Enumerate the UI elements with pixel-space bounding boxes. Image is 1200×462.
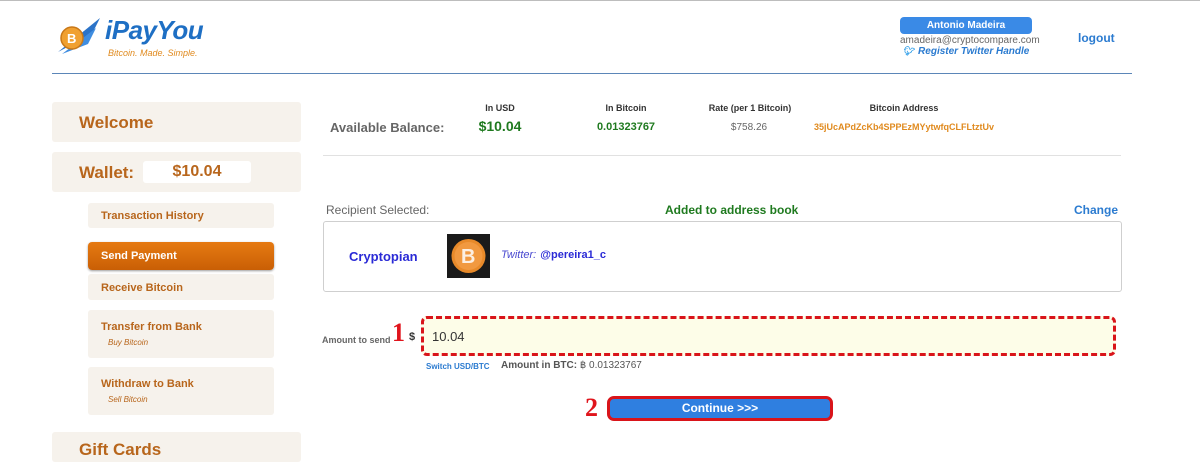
sidebar-item-label: Send Payment (101, 250, 177, 262)
recipient-selected-label: Recipient Selected: (326, 203, 430, 217)
step-2-marker: 2 (585, 393, 598, 422)
currency-symbol: $ (409, 331, 416, 343)
bitcoin-coin-icon: B (447, 234, 490, 278)
logo-text: iPayYou (105, 15, 204, 45)
step-1-marker: 1 (392, 318, 405, 347)
recipient-card (323, 221, 1122, 292)
user-email: amadeira@cryptocompare.com (900, 35, 1040, 46)
balance-btc: 0.01323767 (596, 121, 656, 133)
logo-tagline: Bitcoin. Made. Simple. (108, 48, 198, 58)
user-name-badge[interactable]: Antonio Madeira (900, 17, 1032, 34)
sidebar-item-sublabel: Buy Bitcoin (108, 338, 149, 347)
svg-text:B: B (67, 31, 76, 46)
sidebar-welcome-label: Welcome (79, 113, 154, 132)
sidebar-item-withdraw-to-bank[interactable] (88, 367, 274, 415)
amount-in-btc: Amount in BTC: ฿ 0.01323767 (501, 360, 642, 371)
wallet-balance: $10.04 (143, 161, 251, 183)
amount-to-send-label: Amount to send (322, 335, 391, 345)
switch-usd-btc-link[interactable]: Switch USD/BTC (426, 362, 490, 371)
amount-in-btc-label: Amount in BTC: (501, 360, 578, 371)
twitter-bird-icon: 🐦︎ (902, 46, 915, 56)
logo-icon: B (58, 18, 100, 54)
sidebar-gift-cards-label: Gift Cards (79, 440, 162, 459)
change-recipient-link[interactable]: Change (1074, 203, 1118, 217)
sidebar-item-label: Transfer from Bank (101, 321, 202, 333)
twitter-handle: @pereira1_c (540, 249, 607, 261)
sidebar-item-label: Transaction History (101, 210, 204, 222)
balance-col-rate: Rate (per 1 Bitcoin) (708, 103, 792, 113)
balance-col-address: Bitcoin Address (869, 103, 939, 113)
balance-rate: $758.26 (730, 122, 768, 133)
logout-link[interactable]: logout (1078, 31, 1115, 45)
twitter-label: Twitter: (501, 249, 537, 261)
header-divider (52, 73, 1132, 74)
balance-col-usd: In USD (485, 103, 515, 113)
sidebar-item-label: Receive Bitcoin (101, 282, 183, 294)
available-balance-label: Available Balance: (330, 120, 445, 135)
svg-text:B: B (461, 246, 475, 268)
bitcoin-address: 35jUcAPdZcKb4SPPEzMYytwfqCLFLtztUv (814, 122, 995, 132)
added-to-address-book: Added to address book (665, 203, 799, 217)
recipient-name: Cryptopian (349, 249, 418, 264)
top-border (0, 0, 1200, 1)
balance-col-btc: In Bitcoin (605, 103, 647, 113)
recipient-twitter: Twitter: @pereira1_c (501, 249, 606, 261)
sidebar-wallet-label: Wallet: (79, 163, 135, 182)
register-twitter-link[interactable]: 🐦︎ Register Twitter Handle (900, 46, 1032, 57)
balance-usd: $10.04 (478, 118, 522, 134)
continue-button[interactable]: Continue >>> (607, 396, 833, 421)
sidebar-item-label: Withdraw to Bank (101, 378, 194, 390)
amount-in-btc-value: ฿ 0.01323767 (579, 360, 642, 371)
balance-divider (323, 155, 1121, 156)
recipient-avatar: B (447, 234, 490, 278)
register-twitter-label: Register Twitter Handle (918, 46, 1030, 57)
amount-input[interactable] (421, 316, 1116, 356)
sidebar-item-sublabel: Sell Bitcoin (108, 395, 148, 404)
sidebar-item-transfer-from-bank[interactable] (88, 310, 274, 358)
